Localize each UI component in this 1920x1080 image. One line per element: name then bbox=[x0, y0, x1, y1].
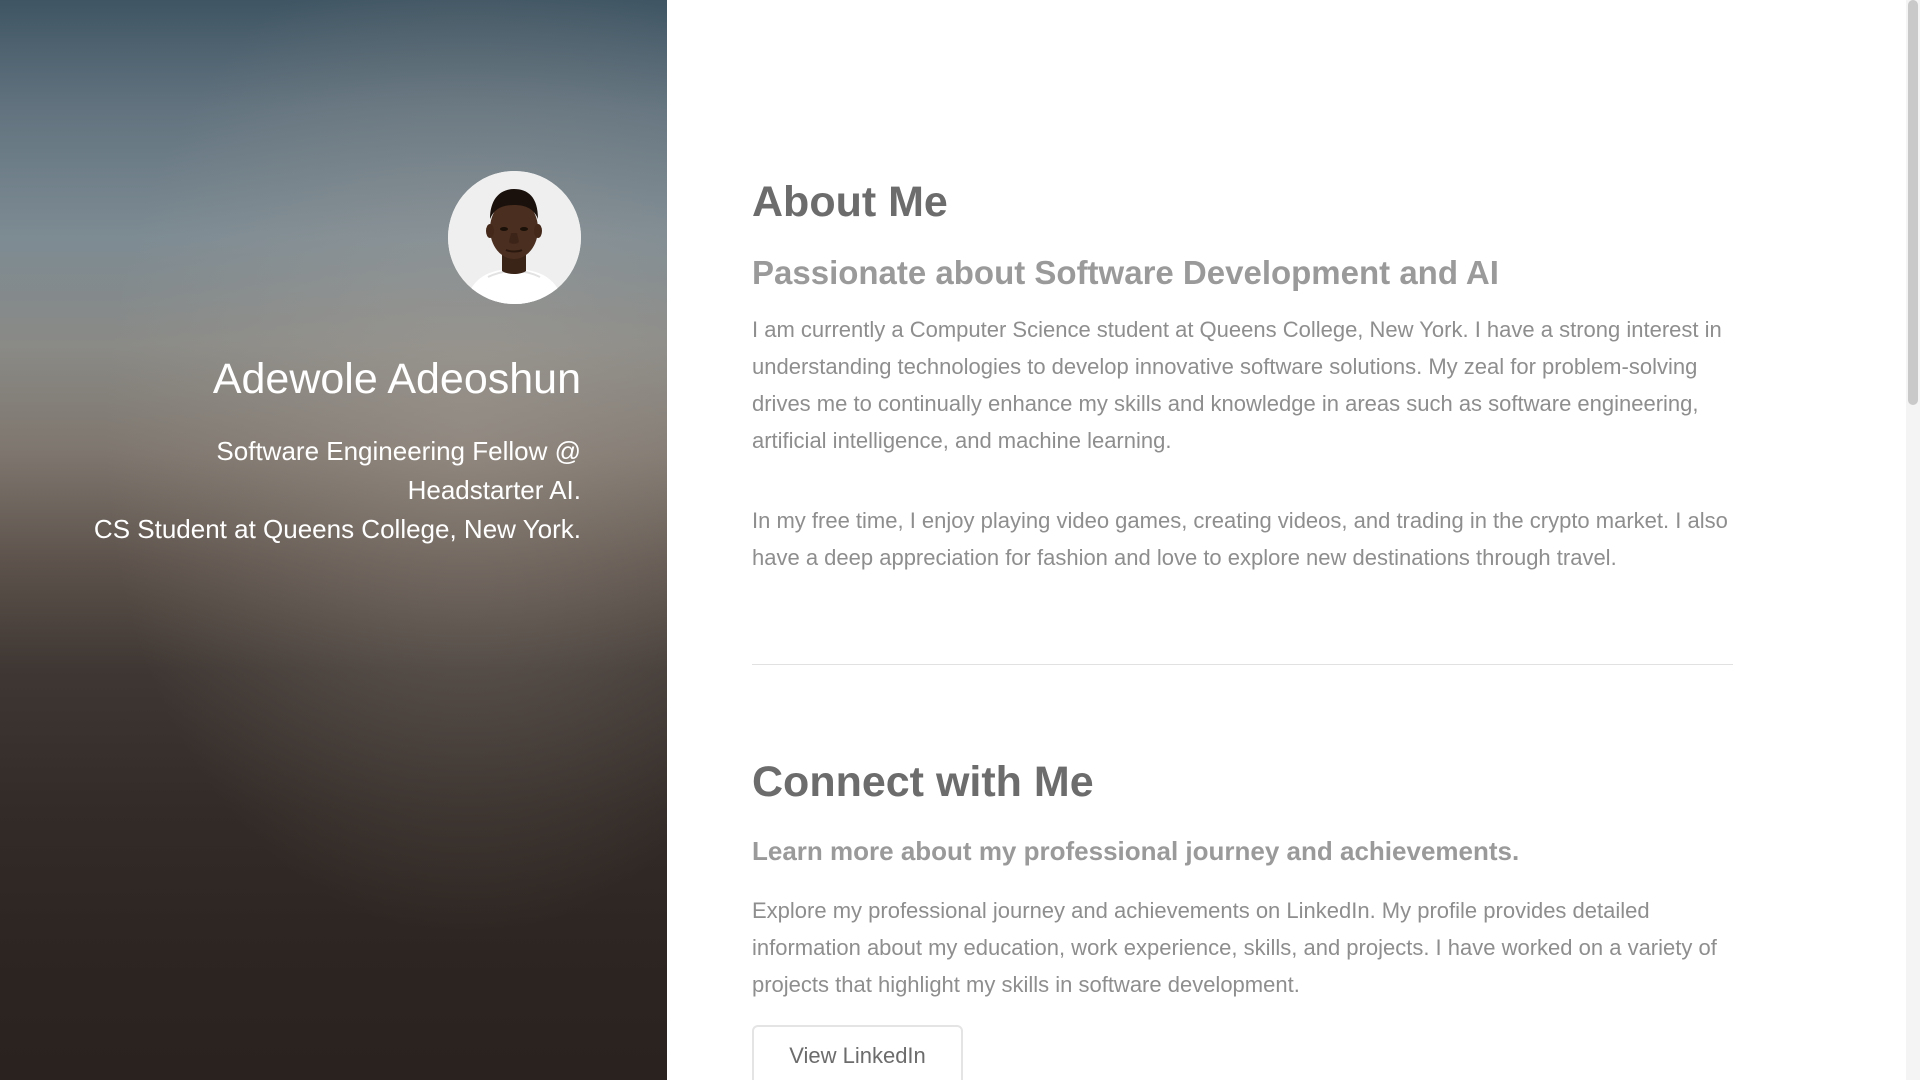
page: Adewole Adeoshun Software Engineering Fe… bbox=[0, 0, 1920, 1080]
page-scrollbar[interactable] bbox=[1906, 0, 1920, 1080]
connect-title: Connect with Me bbox=[752, 758, 1094, 806]
connect-subtitle: Learn more about my professional journey… bbox=[752, 836, 1520, 866]
about-subtitle: Passionate about Software Development an… bbox=[752, 254, 1499, 291]
section-divider bbox=[752, 664, 1733, 665]
avatar bbox=[448, 171, 581, 304]
view-linkedin-button[interactable]: View LinkedIn bbox=[752, 1025, 963, 1080]
about-paragraph-2: In my free time, I enjoy playing video g… bbox=[752, 508, 1728, 570]
hero-panel: Adewole Adeoshun Software Engineering Fe… bbox=[0, 0, 667, 1080]
about-paragraph-1: I am currently a Computer Science studen… bbox=[752, 317, 1722, 453]
hero-tagline-line3: CS Student at Queens College, New York. bbox=[93, 513, 581, 544]
about-title: About Me bbox=[752, 178, 948, 226]
scrollbar-thumb[interactable] bbox=[1908, 0, 1918, 405]
hero-name: Adewole Adeoshun bbox=[212, 355, 581, 403]
profile-photo-icon bbox=[448, 171, 581, 304]
hero-tagline: Software Engineering Fellow @ Headstarte… bbox=[61, 432, 581, 549]
hero-tagline-line2: Headstarter AI. bbox=[407, 474, 581, 505]
hero-tagline-line1: Software Engineering Fellow @ bbox=[216, 435, 581, 466]
connect-paragraph: Explore my professional journey and achi… bbox=[752, 898, 1717, 997]
hero-content: Adewole Adeoshun Software Engineering Fe… bbox=[61, 171, 581, 549]
